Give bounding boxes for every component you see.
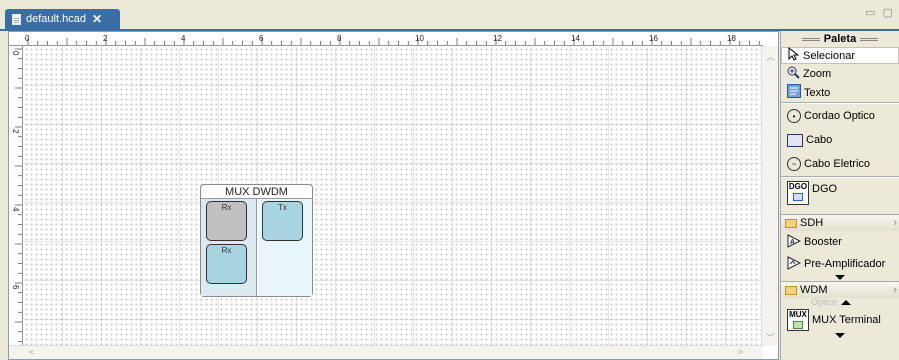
arrow-pointer-icon [788, 46, 800, 64]
palette-item-label: Selecionar [803, 49, 855, 62]
arrow-down-icon [835, 333, 845, 338]
palette-item-label: Cabo [806, 134, 833, 146]
palette-item-label: Texto [804, 86, 831, 99]
palette-header[interactable]: Paleta [781, 31, 899, 47]
ruler-label: 4 [181, 34, 186, 43]
scroll-up-icon[interactable]: ︿ [765, 50, 776, 62]
dgo-icon-inner [793, 193, 803, 201]
folder-icon [785, 285, 797, 295]
ruler-label: 2 [11, 129, 20, 134]
ruler-label: 12 [493, 34, 502, 43]
arrow-up-icon [841, 300, 852, 305]
tab-default-hcad[interactable]: default.hcad ✕ [5, 9, 120, 29]
scroll-left-icon[interactable]: < [29, 347, 34, 357]
canvas-grid [24, 47, 763, 346]
tab-label: default.hcad [26, 13, 86, 25]
horizontal-ruler: 0 2 4 6 8 10 12 14 16 18 [9, 32, 763, 46]
ruler-label: 2 [103, 34, 108, 43]
palette-item-booster[interactable]: A Booster [781, 231, 899, 253]
drawer-label: SDH [800, 217, 824, 229]
palette-item-cabo-eletrico[interactable]: ~ Cabo Eletrico [781, 152, 899, 176]
palette-item-label: Zoom [803, 67, 832, 80]
cable-icon [787, 133, 803, 147]
ruler-label: 10 [415, 34, 424, 43]
booster-icon: A [787, 233, 802, 251]
palette-item-selecionar[interactable]: Selecionar [781, 46, 899, 64]
horizontal-scrollbar[interactable]: < > [9, 345, 763, 359]
vertical-ruler: 0 2 4 6 [9, 46, 23, 346]
folder-icon [785, 218, 797, 228]
close-tab-icon[interactable]: ✕ [92, 12, 102, 26]
scroll-more-up[interactable]: Optico [781, 298, 899, 307]
ruler-label: 16 [649, 34, 658, 43]
palette-drawer-sdh[interactable]: SDH › [781, 214, 899, 231]
arrow-down-icon [835, 275, 845, 280]
rx-port-1[interactable]: Rx [206, 201, 247, 241]
dgo-icon: DGO [787, 181, 809, 205]
scroll-right-icon[interactable]: > [738, 347, 743, 357]
chevron-icon: › [893, 217, 897, 229]
scroll-more-down-2[interactable] [781, 333, 899, 341]
ruler-label: 8 [337, 34, 342, 43]
ruler-label: 14 [571, 34, 580, 43]
ruler-label: 0 [11, 51, 20, 56]
mux-dwdm-node[interactable]: MUX DWDM Rx Rx Tx [200, 184, 313, 297]
palette-item-zoom[interactable]: Zoom [781, 64, 899, 83]
palette-grip-right [860, 37, 879, 41]
drawer-label: WDM [800, 284, 828, 296]
diagram-canvas[interactable]: MUX DWDM Rx Rx Tx [24, 47, 763, 346]
palette-item-cordao-optico[interactable]: • Cordao Optico [781, 104, 899, 128]
palette-grip-left [801, 37, 820, 41]
scroll-down-icon[interactable]: ﹀ [765, 331, 776, 343]
palette-drawer-wdm[interactable]: WDM › [781, 281, 899, 298]
ruler-label: 0 [25, 34, 30, 43]
palette-item-pre-amplificador[interactable]: Pre-Amplificador [781, 253, 899, 275]
ruler-label: 18 [727, 34, 736, 43]
optical-cord-icon: • [787, 109, 801, 123]
palette-item-label: Booster [804, 236, 842, 248]
svg-text:A: A [790, 239, 795, 246]
palette-item-cabo[interactable]: Cabo [781, 128, 899, 152]
ruler-label: 4 [11, 207, 20, 212]
rx-port-2[interactable]: Rx [206, 244, 247, 284]
palette-title: Paleta [823, 33, 857, 45]
mux-icon-inner [793, 321, 803, 329]
text-icon [787, 84, 801, 101]
editor-tabstrip: default.hcad ✕ ▭ ▢ [0, 0, 899, 31]
document-icon [12, 13, 21, 25]
vertical-scrollbar[interactable]: ︿ ﹀ [761, 46, 778, 346]
window-controls[interactable]: ▭ ▢ [865, 6, 895, 19]
mux-title: MUX DWDM [225, 186, 288, 198]
ruler-label: 6 [259, 34, 264, 43]
palette-item-label: Cabo Eletrico [804, 158, 871, 170]
palette-item-label: DGO [812, 183, 838, 195]
optico-hint: Optico [811, 297, 838, 307]
palette-item-label: Cordao Optico [804, 110, 875, 122]
tx-port[interactable]: Tx [262, 201, 303, 241]
dgo-icon-text: DGO [788, 182, 808, 191]
palette-item-texto[interactable]: Texto [781, 83, 899, 102]
electric-cable-icon: ~ [787, 157, 801, 171]
palette-item-label: MUX Terminal [812, 314, 881, 326]
palette-item-label: Pre-Amplificador [804, 258, 886, 270]
mux-terminal-icon: MUX [787, 309, 809, 331]
mux-icon-text: MUX [789, 310, 807, 319]
palette-item-mux-terminal[interactable]: MUX MUX Terminal [781, 307, 899, 333]
chevron-icon: › [893, 284, 897, 296]
palette-panel: Paleta Selecionar Zoom Texto • Cordao Op… [780, 31, 899, 360]
zoom-icon [787, 66, 800, 82]
pre-amplifier-icon [787, 255, 802, 273]
app-window: default.hcad ✕ ▭ ▢ 0 2 4 6 8 10 12 14 16 18 0 2 4 6 … [0, 0, 899, 360]
diagram-editor[interactable]: 0 2 4 6 8 10 12 14 16 18 0 2 4 6 MUX DWDM Rx Rx Tx ︿… [8, 31, 779, 360]
palette-item-dgo[interactable]: DGO DGO [781, 178, 899, 214]
ruler-label: 6 [11, 285, 20, 290]
